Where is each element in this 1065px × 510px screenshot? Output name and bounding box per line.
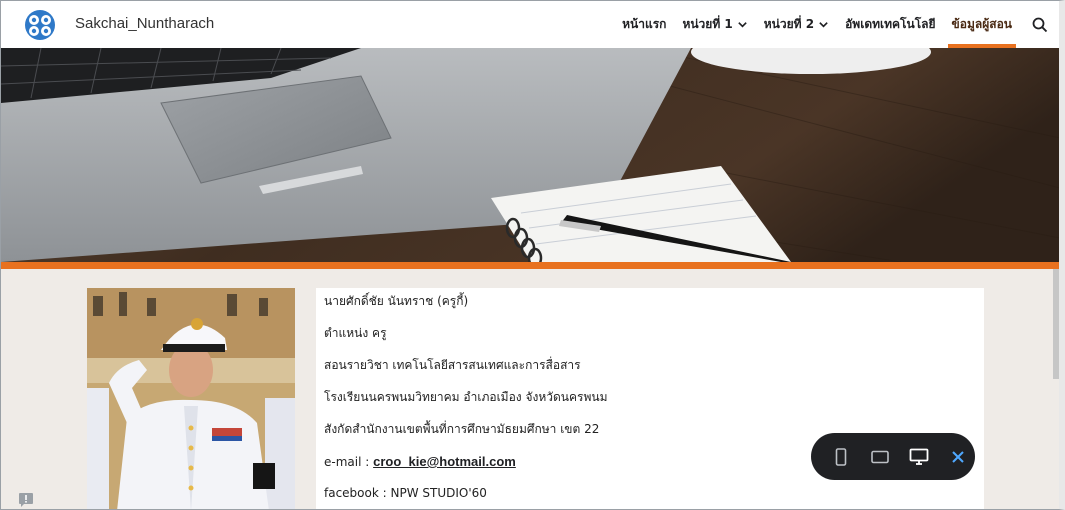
site-header: Sakchai_Nuntharach หน้าแรก หน่วยที่ 1 หน… xyxy=(1,1,1059,48)
email-label: e-mail : xyxy=(324,455,374,469)
desktop-preview-button[interactable] xyxy=(901,439,936,474)
teacher-position: ตำแหน่ง ครู xyxy=(324,326,387,340)
nav-item-home[interactable]: หน้าแรก xyxy=(614,1,674,48)
tablet-preview-button[interactable] xyxy=(862,439,897,474)
feedback-icon[interactable] xyxy=(18,492,34,507)
main-nav: หน้าแรก หน่วยที่ 1 หน่วยที่ 2 อัพเดทเทคโ… xyxy=(614,1,1059,48)
nav-item-unit-1[interactable]: หน่วยที่ 1 xyxy=(674,1,755,48)
nav-label: อัพเดทเทคโนโลยี xyxy=(845,17,936,31)
hero-banner-image xyxy=(1,48,1059,262)
nav-label: ข้อมูลผู้สอน xyxy=(951,17,1012,31)
nav-label: หน่วยที่ 1 xyxy=(682,17,733,31)
site-logo[interactable] xyxy=(23,9,57,41)
teacher-subject: สอนรายวิชา เทคโนโลยีสารสนเทศและการสื่อสา… xyxy=(324,358,581,372)
phone-preview-button[interactable] xyxy=(823,439,858,474)
close-icon xyxy=(951,450,964,463)
preview-device-toolbar xyxy=(811,433,975,480)
phone-icon xyxy=(835,447,846,466)
site-title[interactable]: Sakchai_Nuntharach xyxy=(75,15,214,32)
close-preview-button[interactable] xyxy=(940,439,975,474)
chevron-down-icon xyxy=(738,22,747,28)
nav-item-unit-2[interactable]: หน่วยที่ 2 xyxy=(756,1,837,48)
chevron-down-icon xyxy=(819,22,828,28)
nav-label: หน่วยที่ 2 xyxy=(763,17,815,31)
tablet-icon xyxy=(870,450,889,463)
teacher-name: นายศักดิ์ชัย นันทราช (ครูกี้) xyxy=(324,294,469,308)
email-link[interactable]: croo_kie@hotmail.com xyxy=(373,454,516,469)
nav-label: หน้าแรก xyxy=(622,17,667,31)
nav-item-tech-update[interactable]: อัพเดทเทคโนโลยี xyxy=(837,1,943,48)
accent-divider xyxy=(1,262,1059,269)
nav-item-teacher-info[interactable]: ข้อมูลผู้สอน xyxy=(944,1,1020,48)
desktop-icon xyxy=(909,448,928,465)
teacher-school: โรงเรียนนครพนมวิทยาคม อำเภอเมือง จังหวัด… xyxy=(324,390,608,404)
page-frame: Sakchai_Nuntharach หน้าแรก หน่วยที่ 1 หน… xyxy=(0,0,1065,510)
teacher-facebook: facebook : NPW STUDIO'60 xyxy=(324,486,487,500)
page-scrollbar[interactable] xyxy=(1053,269,1059,379)
search-button[interactable] xyxy=(1020,1,1059,48)
teacher-photo xyxy=(87,288,295,509)
search-icon xyxy=(1032,17,1048,32)
